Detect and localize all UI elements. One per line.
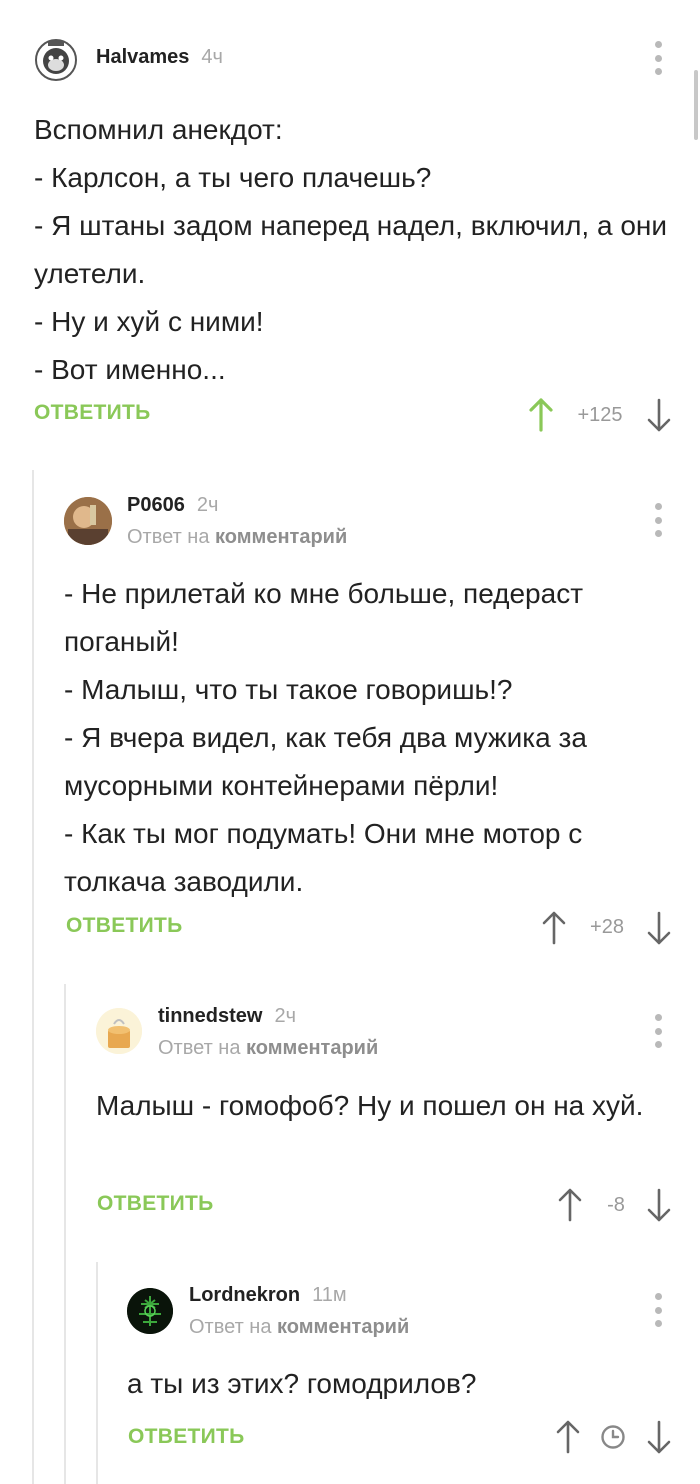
comment-menu-button[interactable] — [654, 1293, 662, 1327]
page-scrollbar[interactable] — [694, 70, 698, 140]
green-emblem-avatar-icon — [127, 1288, 173, 1334]
reply-to-comment-link[interactable]: комментарий — [277, 1316, 409, 1338]
comment-time: 4ч — [201, 46, 223, 68]
comment-menu-button[interactable] — [654, 41, 662, 75]
avatar[interactable] — [34, 38, 78, 82]
rating-score: +125 — [577, 404, 623, 426]
thread-line[interactable] — [96, 1262, 98, 1484]
author-name[interactable]: tinnedstew — [158, 1005, 262, 1027]
comment-author[interactable]: tinnedstew 2ч — [158, 1005, 296, 1028]
comment-menu-button[interactable] — [654, 503, 662, 537]
reply-button[interactable]: ОТВЕТИТЬ — [34, 401, 151, 425]
reply-button[interactable]: ОТВЕТИТЬ — [128, 1425, 245, 1449]
comment-menu-button[interactable] — [654, 1014, 662, 1048]
arrow-down-icon[interactable] — [646, 910, 672, 946]
avatar[interactable] — [127, 1288, 173, 1334]
avatar[interactable] — [64, 497, 112, 545]
reply-to-link[interactable]: Ответ на комментарий — [127, 526, 347, 549]
rating-score: -8 — [607, 1194, 625, 1216]
reply-to-prefix: Ответ на — [189, 1316, 272, 1338]
clock-icon — [601, 1425, 625, 1449]
arrow-up-icon[interactable] — [557, 1187, 583, 1223]
person-photo-avatar-icon — [64, 497, 112, 545]
comment-author[interactable]: Lordnekron 11м — [189, 1284, 347, 1307]
thread-line[interactable] — [32, 470, 34, 1484]
arrow-down-icon[interactable] — [646, 1419, 672, 1455]
comment-text: - Не прилетай ко мне больше, педераст по… — [64, 578, 587, 897]
comment-time: 11м — [312, 1284, 347, 1306]
reply-to-prefix: Ответ на — [158, 1037, 241, 1059]
arrow-up-icon[interactable] — [555, 1419, 581, 1455]
canned-food-avatar-icon — [96, 1008, 142, 1054]
reply-to-link[interactable]: Ответ на комментарий — [158, 1037, 378, 1060]
comment-text: Вспомнил анекдот: - Карлсон, а ты чего п… — [34, 114, 668, 385]
arrow-up-icon[interactable] — [528, 397, 554, 433]
thread-line[interactable] — [64, 984, 66, 1484]
reply-button[interactable]: ОТВЕТИТЬ — [97, 1192, 214, 1216]
author-name[interactable]: P0606 — [127, 494, 185, 516]
comment-author[interactable]: Halvames 4ч — [96, 46, 223, 69]
rating-score: +28 — [590, 916, 624, 938]
monkey-astronaut-avatar-icon — [35, 39, 77, 81]
comment-time: 2ч — [196, 494, 219, 516]
avatar[interactable] — [96, 1008, 142, 1054]
comment-text: Малыш - гомофоб? Ну и пошел он на хуй. — [96, 1090, 644, 1121]
reply-to-link[interactable]: Ответ на комментарий — [189, 1316, 409, 1339]
reply-to-comment-link[interactable]: комментарий — [215, 526, 347, 548]
comment-text: а ты из этих? гомодрилов? — [127, 1368, 477, 1399]
reply-button[interactable]: ОТВЕТИТЬ — [66, 914, 183, 938]
reply-to-comment-link[interactable]: комментарий — [246, 1037, 378, 1059]
author-name[interactable]: Lordnekron — [189, 1284, 300, 1306]
arrow-up-icon[interactable] — [541, 910, 567, 946]
arrow-down-icon[interactable] — [646, 1187, 672, 1223]
author-name[interactable]: Halvames — [96, 46, 189, 68]
arrow-down-icon[interactable] — [646, 397, 672, 433]
comment-author[interactable]: P0606 2ч — [127, 494, 218, 517]
comment-time: 2ч — [274, 1005, 296, 1027]
reply-to-prefix: Ответ на — [127, 526, 210, 548]
